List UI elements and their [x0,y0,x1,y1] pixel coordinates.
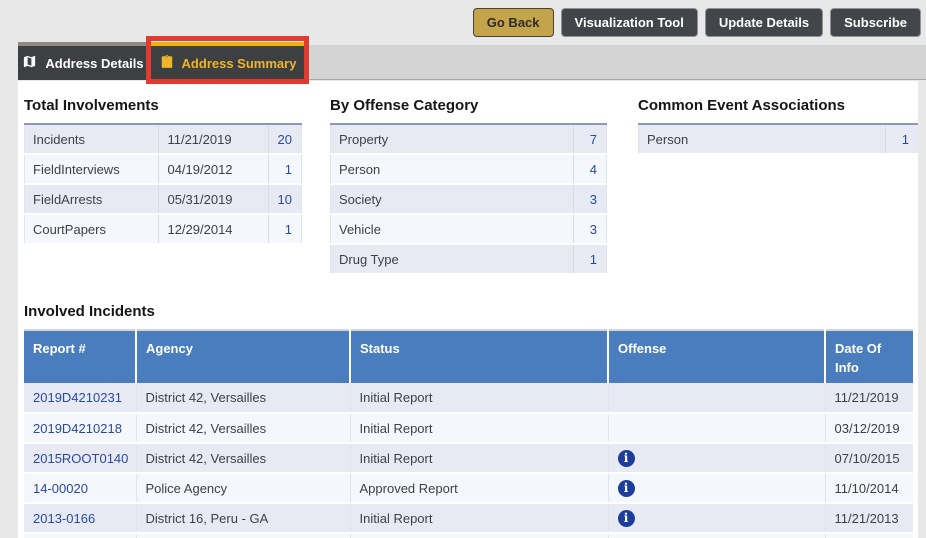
report-number-link[interactable]: 2019D4210218 [33,421,122,436]
offense-category-count-link[interactable]: 3 [574,184,607,214]
involvement-date: 12/29/2014 [159,214,269,244]
offense-cell: i [608,443,825,473]
involvement-type: Incidents [25,124,159,154]
column-header-date-of-info[interactable]: Date Of Info [825,330,913,383]
table-row: 2013-0166 District 16, Peru - GA Initial… [24,503,913,533]
offense-category: Drug Type [331,244,574,274]
involved-incidents-section: Involved Incidents Report # Agency Statu… [24,303,913,538]
date-of-info-cell: 11/10/2014 [825,473,913,503]
offense-cell [608,383,825,413]
status-cell: Approved Report [350,473,608,503]
offense-cell: i [608,473,825,503]
offense-category: Society [331,184,574,214]
info-icon[interactable]: i [618,450,635,467]
table-row: 2015ROOT0140 District 42, Versailles Ini… [24,443,913,473]
tab-address-summary[interactable]: Address Summary [148,42,308,80]
tab-address-details[interactable]: Address Details [18,42,148,80]
table-row: FieldArrests 05/31/2019 10 [25,184,302,214]
table-row: 2019D4210218 District 42, Versailles Ini… [24,413,913,443]
common-event-associations-title: Common Event Associations [638,97,918,114]
status-cell: Initial Report [350,443,608,473]
offense-cell: i [608,503,825,533]
involvement-count-link[interactable]: 20 [269,124,302,154]
visualization-tool-button[interactable]: Visualization Tool [561,8,698,37]
table-row: Society 3 [331,184,607,214]
report-number-link[interactable]: 2015ROOT0140 [33,451,128,466]
table-row: Person 4 [331,154,607,184]
agency-cell: District 42, Versailles [136,443,350,473]
involvement-date: 11/21/2019 [159,124,269,154]
offense-category: Vehicle [331,214,574,244]
tab-bar: Address Details Address Summary [18,42,308,80]
offense-category: Person [331,154,574,184]
by-offense-category-panel: By Offense Category Property 7 Person 4 … [330,97,607,275]
involved-incidents-table: Report # Agency Status Offense Date Of I… [24,329,913,538]
status-cell: Initial Report [350,413,608,443]
status-cell: Initial Report [350,383,608,413]
report-number-link[interactable]: 2019D4210231 [33,390,122,405]
date-of-info-cell: 11/21/2013 [825,503,913,533]
date-of-info-cell: 11/21/2019 [825,383,913,413]
info-icon[interactable]: i [618,480,635,497]
total-involvements-table: Incidents 11/21/2019 20 FieldInterviews … [24,123,302,245]
involvement-count-link[interactable]: 10 [269,184,302,214]
report-number-link[interactable]: 2013-0166 [33,511,95,526]
agency-cell: District 42, Versailles [136,413,350,443]
toolbar: Go Back Visualization Tool Update Detail… [473,8,921,37]
offense-category-count-link[interactable]: 1 [574,244,607,274]
by-offense-category-table: Property 7 Person 4 Society 3 Vehicle 3 … [330,123,607,275]
total-involvements-panel: Total Involvements Incidents 11/21/2019 … [24,97,302,245]
involvement-count-link[interactable]: 1 [269,214,302,244]
table-row: Vehicle 3 [331,214,607,244]
involved-incidents-title: Involved Incidents [24,303,913,320]
report-number-link[interactable]: 14-00020 [33,481,88,496]
offense-category-count-link[interactable]: 4 [574,154,607,184]
involvement-type: CourtPapers [25,214,159,244]
table-row: Person 1 [639,124,919,154]
common-event-associations-panel: Common Event Associations Person 1 [638,97,918,155]
involvement-date: 05/31/2019 [159,184,269,214]
table-row: FieldInterviews 04/19/2012 1 [25,154,302,184]
table-row: Property 7 [331,124,607,154]
total-involvements-title: Total Involvements [24,97,302,114]
tab-label: Address Summary [182,56,297,71]
subscribe-button[interactable]: Subscribe [830,8,921,37]
info-icon[interactable]: i [618,510,635,527]
involvement-date: 04/19/2012 [159,154,269,184]
table-row: Drug Type 1 [331,244,607,274]
by-offense-category-title: By Offense Category [330,97,607,114]
agency-cell: District 42, Versailles [136,383,350,413]
address-summary-panel: Total Involvements Incidents 11/21/2019 … [18,81,918,538]
status-cell: Initial Report [350,503,608,533]
table-row-partial [24,533,913,538]
table-row: 14-00020 Police Agency Approved Report i… [24,473,913,503]
agency-cell: District 16, Peru - GA [136,503,350,533]
association-count-link[interactable]: 1 [886,124,919,154]
tab-label: Address Details [45,56,143,71]
offense-cell [608,413,825,443]
common-event-associations-table: Person 1 [638,123,918,155]
involvement-count-link[interactable]: 1 [269,154,302,184]
agency-cell: Police Agency [136,473,350,503]
map-icon [22,54,37,72]
date-of-info-cell: 03/12/2019 [825,413,913,443]
clipboard-icon [160,54,174,72]
involvement-type: FieldInterviews [25,154,159,184]
table-header-row: Report # Agency Status Offense Date Of I… [24,330,913,383]
association-type: Person [639,124,886,154]
table-row: CourtPapers 12/29/2014 1 [25,214,302,244]
update-details-button[interactable]: Update Details [705,8,823,37]
go-back-button[interactable]: Go Back [473,8,554,37]
table-row: 2019D4210231 District 42, Versailles Ini… [24,383,913,413]
offense-category-count-link[interactable]: 3 [574,214,607,244]
offense-category-count-link[interactable]: 7 [574,124,607,154]
date-of-info-cell: 07/10/2015 [825,443,913,473]
column-header-agency[interactable]: Agency [136,330,350,383]
table-row: Incidents 11/21/2019 20 [25,124,302,154]
column-header-report[interactable]: Report # [24,330,136,383]
column-header-status[interactable]: Status [350,330,608,383]
involvement-type: FieldArrests [25,184,159,214]
column-header-offense[interactable]: Offense [608,330,825,383]
offense-category: Property [331,124,574,154]
